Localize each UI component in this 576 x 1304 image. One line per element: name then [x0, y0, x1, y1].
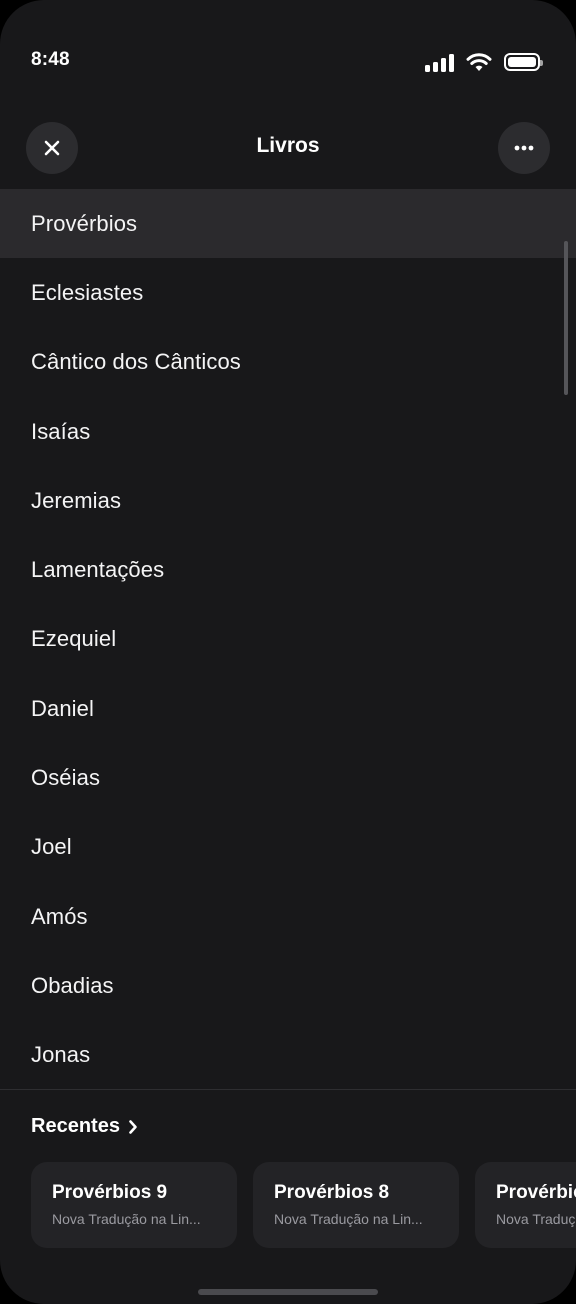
app-screen: 8:48 Livros Provérbios Eclesiastes Cânti…: [0, 0, 576, 1304]
cellular-signal-icon: [425, 52, 454, 72]
recent-card-title: Provérbios 8: [274, 1182, 390, 1203]
book-label: Jeremias: [31, 487, 122, 513]
recent-card-title: Provérbios 7: [496, 1182, 576, 1203]
battery-icon: [504, 53, 543, 71]
header: Livros: [0, 120, 576, 176]
book-label: Obadias: [31, 972, 114, 998]
book-item-daniel[interactable]: Daniel: [0, 674, 576, 743]
book-label: Cântico dos Cânticos: [31, 349, 241, 375]
status-icons: [425, 52, 543, 72]
book-item-eclesiastes[interactable]: Eclesiastes: [0, 258, 576, 327]
book-item-proverbios[interactable]: Provérbios: [0, 189, 576, 259]
recent-card[interactable]: Provérbios 7 Nova Tradução na Lin...: [475, 1162, 576, 1248]
recent-card-subtitle: Nova Tradução na Lin...: [52, 1211, 201, 1227]
recent-card[interactable]: Provérbios 8 Nova Tradução na Lin...: [253, 1162, 459, 1248]
recent-card-subtitle: Nova Tradução na Lin...: [496, 1211, 576, 1227]
home-indicator[interactable]: [198, 1289, 378, 1295]
book-label: Lamentações: [31, 557, 165, 583]
book-label: Amós: [31, 903, 88, 929]
more-horizontal-icon: [514, 145, 534, 151]
chevron-right-icon: [129, 1119, 137, 1134]
divider: [0, 1089, 576, 1090]
book-item-amos[interactable]: Amós: [0, 882, 576, 951]
more-options-button[interactable]: [498, 122, 550, 174]
page-title: Livros: [256, 134, 320, 157]
wifi-icon: [466, 53, 492, 71]
book-label: Ezequiel: [31, 626, 117, 652]
recent-card-title: Provérbios 9: [52, 1182, 168, 1203]
recents-carousel[interactable]: Provérbios 9 Nova Tradução na Lin... Pro…: [31, 1162, 576, 1248]
book-item-isaias[interactable]: Isaías: [0, 397, 576, 466]
recent-card[interactable]: Provérbios 9 Nova Tradução na Lin...: [31, 1162, 237, 1248]
book-list: Provérbios Eclesiastes Cântico dos Cânti…: [0, 189, 576, 1089]
scrollbar[interactable]: [564, 241, 568, 395]
status-time: 8:48: [31, 49, 70, 70]
recents-link[interactable]: Recentes: [31, 1115, 138, 1138]
book-label: Daniel: [31, 695, 94, 721]
book-item-ezequiel[interactable]: Ezequiel: [0, 605, 576, 674]
recent-card-subtitle: Nova Tradução na Lin...: [274, 1211, 423, 1227]
book-label: Provérbios: [31, 210, 138, 236]
book-item-jeremias[interactable]: Jeremias: [0, 466, 576, 535]
book-label: Joel: [31, 834, 72, 860]
recents-title: Recentes: [31, 1115, 120, 1137]
book-item-lamentacoes[interactable]: Lamentações: [0, 535, 576, 604]
status-bar: 8:48: [0, 0, 576, 110]
book-item-obadias[interactable]: Obadias: [0, 951, 576, 1020]
book-item-jonas[interactable]: Jonas: [0, 1021, 576, 1089]
book-label: Oséias: [31, 765, 101, 791]
book-item-cantico[interactable]: Cântico dos Cânticos: [0, 328, 576, 397]
book-label: Isaías: [31, 418, 91, 444]
book-item-oseias[interactable]: Oséias: [0, 743, 576, 812]
book-item-joel[interactable]: Joel: [0, 813, 576, 882]
book-label: Jonas: [31, 1042, 91, 1068]
book-label: Eclesiastes: [31, 279, 144, 305]
